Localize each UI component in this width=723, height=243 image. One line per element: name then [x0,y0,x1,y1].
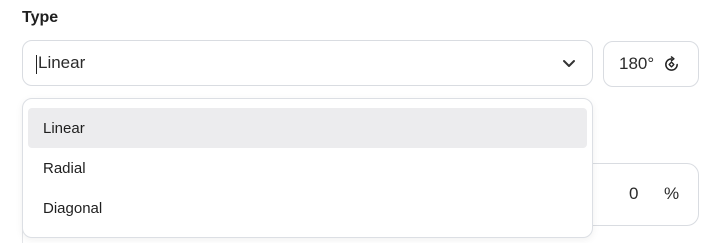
section-title: Type [22,9,59,26]
dropdown-option-linear[interactable]: Linear [28,108,587,148]
type-select-value: Linear [38,53,86,72]
position-percent-value: 0 [629,184,639,203]
rotate-icon[interactable] [662,55,680,73]
angle-value: 180° [619,54,655,73]
type-select[interactable]: Linear [22,40,593,86]
dropdown-option-diagonal[interactable]: Diagonal [28,188,587,228]
gradient-type-panel: Type Linear 180° 0 % Linear Radial Diago [0,0,723,243]
dropdown-option-radial[interactable]: Radial [28,148,587,188]
angle-input[interactable]: 180° [603,41,699,87]
percent-unit: % [664,184,680,203]
text-caret [36,55,37,74]
chevron-down-icon[interactable] [560,54,578,72]
type-dropdown-menu: Linear Radial Diagonal [22,98,593,238]
type-select-value-wrap: Linear [36,53,560,74]
